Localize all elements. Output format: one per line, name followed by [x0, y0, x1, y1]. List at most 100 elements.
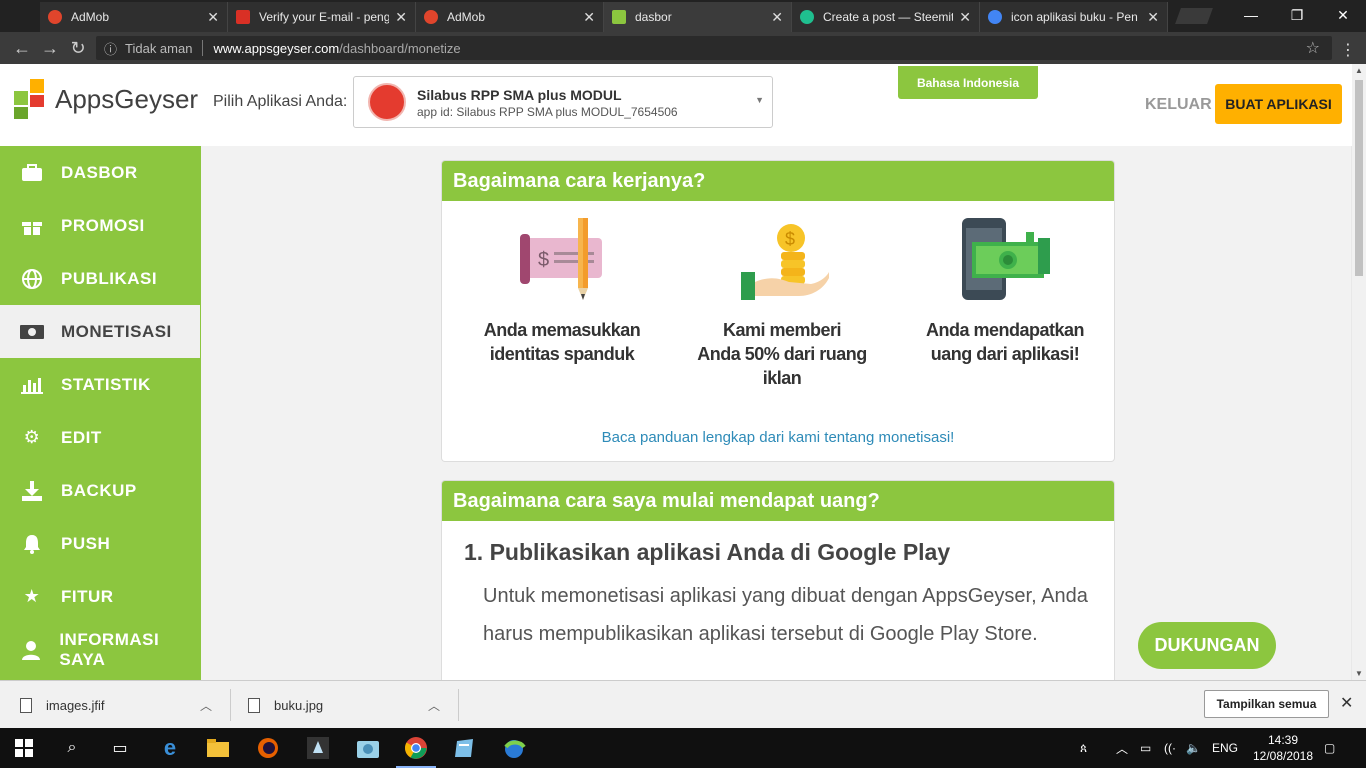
close-tab-icon[interactable]: ✕: [583, 9, 595, 26]
file-icon: [248, 697, 260, 713]
sidebar-item-label: STATISTIK: [61, 374, 151, 394]
sidebar-nav: DASBOR PROMOSI PUBLIKASI MONETISASI STAT…: [0, 146, 200, 680]
admob-favicon-icon: [424, 10, 438, 24]
step-3-text: Anda mendapatkan uang dari aplikasi!: [925, 320, 1085, 364]
sidebar-item-statistik[interactable]: STATISTIK: [0, 358, 200, 411]
chevron-up-icon[interactable]: ︿: [428, 697, 440, 714]
show-all-downloads-button[interactable]: Tampilkan semua: [1204, 690, 1329, 718]
download-item[interactable]: images.jfif ︿: [20, 681, 220, 729]
create-app-button[interactable]: BUAT APLIKASI: [1215, 84, 1342, 124]
app-picker-label: Pilih Aplikasi Anda:: [213, 93, 348, 110]
people-icon[interactable]: ጰ: [1080, 728, 1100, 768]
sidebar-item-label: DASBOR: [61, 162, 138, 182]
google-favicon-icon: [988, 10, 1002, 24]
browser-tab-active[interactable]: dasbor ✕: [604, 2, 792, 32]
sidebar-item-fitur[interactable]: ★ FITUR: [0, 570, 200, 623]
appsgeyser-logo-icon: [14, 79, 44, 119]
minimize-icon[interactable]: —: [1228, 0, 1274, 30]
sidebar-item-label: BACKUP: [61, 480, 137, 500]
scroll-up-icon[interactable]: ▲: [1355, 66, 1363, 75]
back-arrow-icon[interactable]: ←: [8, 38, 36, 59]
url-path: /dashboard/monetize: [339, 40, 461, 56]
sidebar-item-label: MONETISASI: [61, 321, 172, 341]
selected-app-name: Silabus RPP SMA plus MODUL: [417, 87, 622, 103]
sidebar-item-publikasi[interactable]: PUBLIKASI: [0, 252, 200, 305]
gift-icon: [20, 216, 44, 236]
camera-app-icon[interactable]: [356, 736, 380, 760]
step-2-text: Kami memberi Anda 50% dari ruang iklan: [697, 320, 867, 388]
show-hidden-icons-chevron-up-icon[interactable]: ︿: [1116, 728, 1132, 768]
chevron-up-icon[interactable]: ︿: [200, 697, 212, 714]
gears-icon: ⚙: [23, 427, 41, 447]
close-tab-icon[interactable]: ✕: [771, 9, 783, 26]
sidebar-item-informasi-saya[interactable]: INFORMASI SAYA: [0, 623, 200, 676]
close-tab-icon[interactable]: ✕: [959, 9, 971, 26]
close-window-icon[interactable]: ✕: [1320, 0, 1366, 30]
info-icon[interactable]: ⓘ: [104, 39, 117, 58]
windows-start-icon[interactable]: [12, 736, 36, 760]
browser-tab[interactable]: AdMob ✕: [40, 2, 228, 32]
reload-icon[interactable]: ↻: [64, 38, 92, 59]
sidebar-item-push[interactable]: PUSH: [0, 517, 200, 570]
browser-tab[interactable]: AdMob ✕: [416, 2, 604, 32]
scrollbar-thumb[interactable]: [1355, 80, 1363, 276]
firefox-icon[interactable]: [256, 736, 280, 760]
notifications-icon[interactable]: ▢: [1324, 728, 1344, 768]
admob-favicon-icon: [48, 10, 62, 24]
chrome-icon[interactable]: [404, 736, 428, 760]
close-icon[interactable]: ✕: [1340, 693, 1353, 713]
windows-taskbar: ⌕ ▭ e ጰ ︿ ▭ ((· 🔈 ENG 14:39 12/08/2018 ▢: [0, 728, 1366, 768]
browser-tab[interactable]: Verify your E-mail - peng ✕: [228, 2, 416, 32]
download-filename: buku.jpg: [274, 697, 324, 713]
browser-toolbar: ← → ↻ ⓘ Tidak aman www.appsgeyser.com /d…: [0, 32, 1366, 64]
app-icon[interactable]: [306, 736, 330, 760]
sidebar-item-monetisasi[interactable]: MONETISASI: [0, 305, 200, 358]
step-description: Untuk memonetisasi aplikasi yang dibuat …: [483, 585, 1088, 645]
input-language[interactable]: ENG: [1212, 728, 1242, 768]
edge-icon[interactable]: e: [158, 735, 182, 760]
gmail-favicon-icon: [236, 10, 250, 24]
browser-menu-icon[interactable]: ⋮: [1340, 40, 1356, 60]
scroll-down-icon[interactable]: ▼: [1355, 669, 1363, 678]
globe-app-icon[interactable]: [502, 736, 526, 760]
monetization-guide-link[interactable]: Baca panduan lengkap dari kami tentang m…: [442, 429, 1114, 446]
taskbar-clock[interactable]: 14:39 12/08/2018: [1250, 732, 1316, 764]
browser-tab[interactable]: icon aplikasi buku - Pen ✕: [980, 2, 1168, 32]
user-icon: [20, 640, 42, 660]
sidebar-item-promosi[interactable]: PROMOSI: [0, 199, 200, 252]
bar-chart-icon: [20, 375, 44, 395]
file-explorer-icon[interactable]: [206, 736, 230, 760]
restore-icon[interactable]: ❐: [1274, 0, 1320, 30]
address-bar[interactable]: ⓘ Tidak aman www.appsgeyser.com /dashboa…: [96, 36, 1332, 60]
page-scrollbar[interactable]: ▲ ▼: [1352, 64, 1366, 680]
close-tab-icon[interactable]: ✕: [207, 9, 219, 26]
browser-tab[interactable]: Create a post — Steemit ✕: [792, 2, 980, 32]
close-tab-icon[interactable]: ✕: [395, 9, 407, 26]
app-selector[interactable]: Silabus RPP SMA plus MODUL app id: Silab…: [353, 76, 773, 128]
support-button[interactable]: DUKUNGAN: [1138, 622, 1276, 669]
battery-icon[interactable]: ▭: [1140, 728, 1158, 768]
bookmark-star-icon[interactable]: ☆: [1306, 38, 1320, 58]
task-view-icon[interactable]: ▭: [108, 736, 132, 760]
start-earning-title: Bagaimana cara saya mulai mendapat uang?: [442, 481, 1114, 521]
brand-name[interactable]: AppsGeyser: [55, 84, 198, 115]
file-icon: [20, 697, 32, 713]
search-icon[interactable]: ⌕: [60, 736, 84, 760]
svg-text:$: $: [785, 229, 795, 249]
download-item[interactable]: buku.jpg ︿: [248, 681, 448, 729]
language-button[interactable]: Bahasa Indonesia: [898, 66, 1038, 99]
sidebar-item-backup[interactable]: BACKUP: [0, 464, 200, 517]
close-tab-icon[interactable]: ✕: [1147, 9, 1159, 26]
new-tab-button[interactable]: [1175, 8, 1213, 24]
notepad-icon[interactable]: [452, 736, 476, 760]
sidebar-item-label: FITUR: [61, 586, 114, 606]
volume-icon[interactable]: 🔈: [1186, 728, 1204, 768]
wifi-icon[interactable]: ((·: [1164, 728, 1182, 768]
sidebar-item-label: EDIT: [61, 427, 102, 447]
logout-link[interactable]: KELUAR: [1145, 96, 1212, 114]
forward-arrow-icon[interactable]: →: [36, 38, 64, 59]
sidebar-item-dasbor[interactable]: DASBOR: [0, 146, 200, 199]
security-label: Tidak aman: [125, 40, 193, 56]
start-earning-card: Bagaimana cara saya mulai mendapat uang?…: [442, 481, 1114, 680]
sidebar-item-edit[interactable]: ⚙ EDIT: [0, 411, 200, 464]
